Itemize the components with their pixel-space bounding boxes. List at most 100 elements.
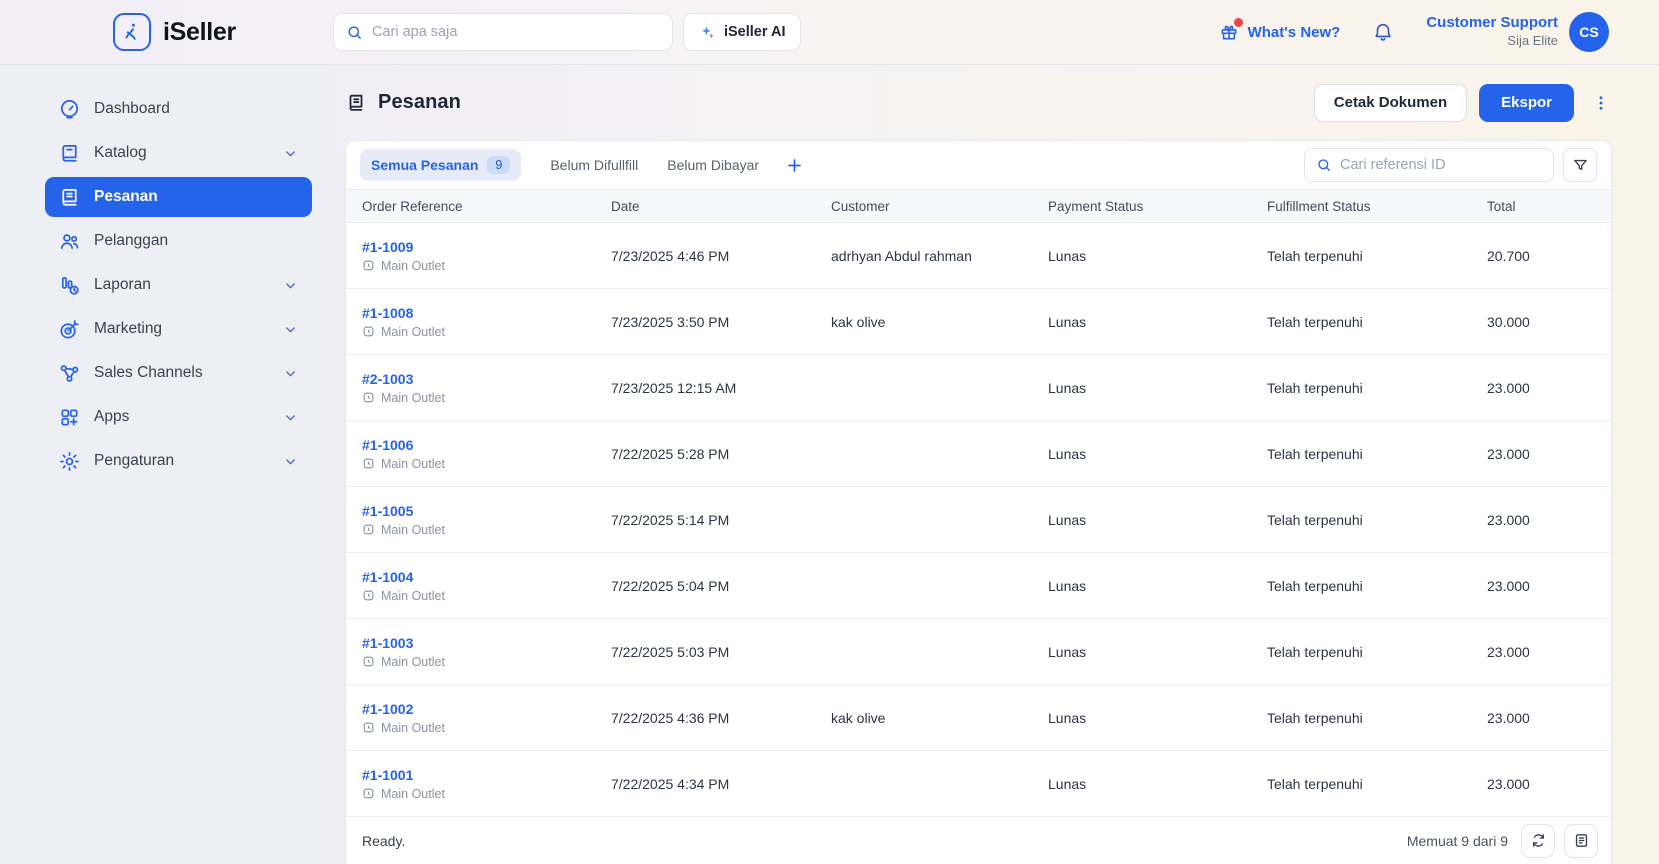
- brand[interactable]: iSeller: [113, 13, 236, 51]
- chevron-down-icon: [283, 410, 298, 425]
- chevron-down-icon: [283, 146, 298, 161]
- status-text: Ready.: [362, 832, 406, 849]
- order-reference-link[interactable]: #1-1009: [362, 239, 413, 255]
- order-customer: kak olive: [831, 709, 886, 726]
- katalog-icon: [58, 142, 81, 165]
- outlet-label: Main Outlet: [381, 258, 445, 273]
- column-header[interactable]: Order Reference: [362, 199, 611, 214]
- table-row[interactable]: #1-1004 Main Outlet 7/22/2025 5:04 PM Lu…: [346, 553, 1611, 619]
- payment-status: Lunas: [1048, 247, 1087, 264]
- order-date: 7/22/2025 4:36 PM: [611, 709, 730, 726]
- sales-channels-icon: [58, 362, 81, 385]
- sidebar-item[interactable]: Pelanggan: [45, 221, 312, 261]
- payment-status: Lunas: [1048, 313, 1087, 330]
- filter-button[interactable]: [1563, 148, 1597, 182]
- table-row[interactable]: #1-1003 Main Outlet 7/22/2025 5:03 PM Lu…: [346, 619, 1611, 685]
- sidebar-item-label: Apps: [94, 408, 130, 425]
- kebab-menu-icon[interactable]: [1592, 94, 1610, 112]
- order-reference-link[interactable]: #1-1005: [362, 503, 413, 519]
- table-row[interactable]: #1-1002 Main Outlet 7/22/2025 4:36 PM ka…: [346, 685, 1611, 751]
- outlet-icon: [362, 721, 375, 734]
- sidebar-item-label: Pengaturan: [94, 452, 175, 469]
- fulfillment-status: Telah terpenuhi: [1267, 709, 1363, 726]
- sidebar-item[interactable]: Marketing: [45, 309, 312, 349]
- brand-name: iSeller: [163, 17, 236, 46]
- add-tab-icon[interactable]: [785, 156, 804, 175]
- pengaturan-icon: [58, 450, 81, 473]
- outlet-icon: [362, 457, 375, 470]
- dashboard-icon: [58, 98, 81, 121]
- outlet-label: Main Outlet: [381, 522, 445, 537]
- reference-search-input[interactable]: [1340, 157, 1542, 173]
- reference-search[interactable]: [1304, 148, 1554, 182]
- table-header-row: Order Reference Date Customer Payment St…: [346, 189, 1611, 223]
- iseller-ai-button[interactable]: iSeller AI: [682, 13, 802, 51]
- column-header[interactable]: Payment Status: [1048, 199, 1267, 214]
- tab-item[interactable]: Belum Dibayar: [667, 157, 759, 173]
- outlet-label: Main Outlet: [381, 720, 445, 735]
- order-reference-link[interactable]: #1-1001: [362, 767, 413, 783]
- main-content: Pesanan Cetak Dokumen Ekspor Semua Pesan…: [330, 65, 1659, 864]
- table-row[interactable]: #2-1003 Main Outlet 7/23/2025 12:15 AM L…: [346, 355, 1611, 421]
- sidebar-item[interactable]: Katalog: [45, 133, 312, 173]
- tab-semua-pesanan[interactable]: Semua Pesanan 9: [360, 149, 522, 181]
- tab-label: Semua Pesanan: [371, 157, 479, 173]
- apps-icon: [58, 406, 81, 429]
- column-header[interactable]: Customer: [831, 199, 1048, 214]
- sidebar-item-label: Pesanan: [94, 188, 158, 205]
- top-bar: iSeller iSeller AI What's New?: [0, 0, 1659, 64]
- pesanan-icon: [58, 186, 81, 209]
- orders-icon: [345, 92, 367, 114]
- gift-icon: [1219, 18, 1243, 42]
- refresh-button[interactable]: [1521, 823, 1555, 858]
- order-total: 23.000: [1487, 445, 1530, 462]
- order-reference-link[interactable]: #2-1003: [362, 371, 413, 387]
- outlet-label: Main Outlet: [381, 654, 445, 669]
- outlet-icon: [362, 787, 375, 800]
- table-row[interactable]: #1-1006 Main Outlet 7/22/2025 5:28 PM Lu…: [346, 421, 1611, 487]
- order-total: 23.000: [1487, 577, 1530, 594]
- sidebar-item[interactable]: Apps: [45, 397, 312, 437]
- search-icon: [1316, 157, 1332, 173]
- export-button[interactable]: Ekspor: [1479, 83, 1574, 122]
- bell-icon[interactable]: [1372, 21, 1394, 43]
- page-header: Pesanan Cetak Dokumen Ekspor: [330, 65, 1659, 140]
- payment-status: Lunas: [1048, 379, 1087, 396]
- sidebar-item[interactable]: Laporan: [45, 265, 312, 305]
- whats-new-link[interactable]: What's New?: [1219, 18, 1340, 42]
- payment-status: Lunas: [1048, 709, 1087, 726]
- order-reference-link[interactable]: #1-1003: [362, 635, 413, 651]
- sidebar-item[interactable]: Sales Channels: [45, 353, 312, 393]
- tab-item[interactable]: Belum Difullfill: [550, 157, 638, 173]
- table-row[interactable]: #1-1001 Main Outlet 7/22/2025 4:34 PM Lu…: [346, 751, 1611, 817]
- log-button[interactable]: [1564, 823, 1598, 858]
- sidebar-item[interactable]: Dashboard: [45, 89, 312, 129]
- table-row[interactable]: #1-1008 Main Outlet 7/23/2025 3:50 PM ka…: [346, 289, 1611, 355]
- order-reference-link[interactable]: #1-1004: [362, 569, 413, 585]
- tab-count-badge: 9: [487, 156, 511, 174]
- avatar[interactable]: CS: [1569, 12, 1609, 52]
- order-reference-link[interactable]: #1-1006: [362, 437, 413, 453]
- payment-status: Lunas: [1048, 643, 1087, 660]
- column-header[interactable]: Total: [1487, 199, 1595, 214]
- column-header[interactable]: Fulfillment Status: [1267, 199, 1487, 214]
- fulfillment-status: Telah terpenuhi: [1267, 511, 1363, 528]
- iseller-logo-icon: [113, 13, 151, 51]
- global-search[interactable]: [332, 13, 673, 51]
- order-total: 23.000: [1487, 643, 1530, 660]
- orders-card: Semua Pesanan 9 Belum Difullfill Belum D…: [345, 140, 1612, 864]
- column-header[interactable]: Date: [611, 199, 831, 214]
- global-search-input[interactable]: [371, 24, 660, 40]
- table-body: #1-1009 Main Outlet 7/23/2025 4:46 PM ad…: [346, 223, 1611, 817]
- order-reference-link[interactable]: #1-1002: [362, 701, 413, 717]
- table-row[interactable]: #1-1005 Main Outlet 7/22/2025 5:14 PM Lu…: [346, 487, 1611, 553]
- page-title: Pesanan: [378, 91, 461, 113]
- sidebar-item[interactable]: Pesanan: [45, 177, 312, 217]
- print-documents-button[interactable]: Cetak Dokumen: [1313, 83, 1468, 122]
- order-reference-link[interactable]: #1-1008: [362, 305, 413, 321]
- table-row[interactable]: #1-1009 Main Outlet 7/23/2025 4:46 PM ad…: [346, 223, 1611, 289]
- fulfillment-status: Telah terpenuhi: [1267, 643, 1363, 660]
- funnel-icon: [1572, 157, 1589, 174]
- account-menu[interactable]: Customer Support Sija Elite CS: [1426, 12, 1609, 52]
- sidebar-item[interactable]: Pengaturan: [45, 441, 312, 481]
